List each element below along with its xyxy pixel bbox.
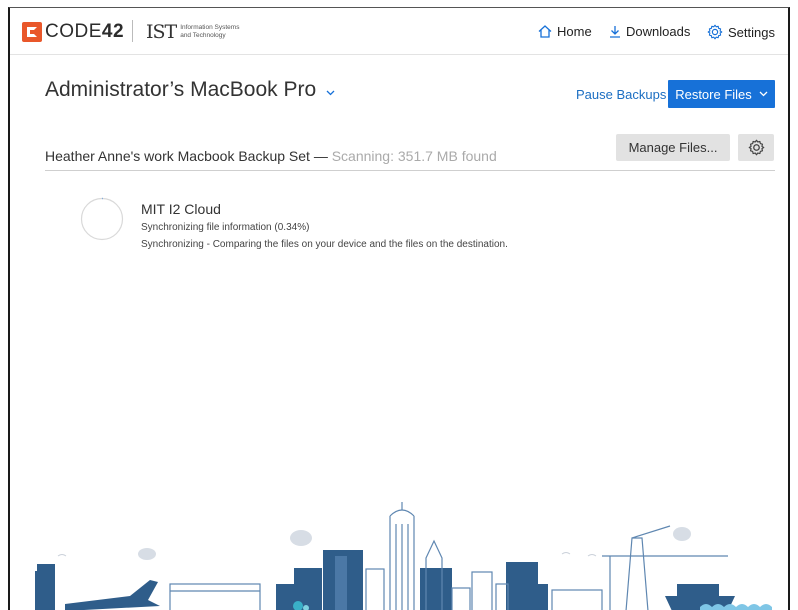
chevron-down-icon (759, 91, 768, 97)
backup-set-title: Heather Anne's work Macbook Backup Set —… (45, 148, 497, 164)
manage-files-button[interactable]: Manage Files... (616, 134, 730, 161)
restore-files-label: Restore Files (675, 86, 752, 102)
device-title: Administrator’s MacBook Pro (45, 78, 317, 101)
top-bar: CODE42 IST Information Systems and Techn… (10, 8, 788, 55)
code42-logo: CODE42 (22, 21, 124, 43)
app-window: CODE42 IST Information Systems and Techn… (8, 7, 790, 610)
pause-backups-link[interactable]: Pause Backups (576, 87, 666, 102)
code42-logo-text: CODE42 (45, 21, 125, 42)
section-divider (45, 170, 775, 171)
restore-files-button[interactable]: Restore Files (668, 80, 775, 108)
ist-logo-mark: IST (146, 21, 177, 43)
destination-name: MIT I2 Cloud (141, 201, 221, 217)
scan-status: Scanning: 351.7 MB found (331, 148, 497, 164)
nav-downloads[interactable]: Downloads (609, 24, 690, 39)
ist-logo-text: Information Systems and Technology (180, 24, 240, 39)
download-icon (610, 26, 620, 38)
city-skyline-illustration (35, 502, 772, 610)
chevron-down-icon (326, 90, 335, 96)
home-icon (538, 25, 552, 38)
backup-set-settings-button[interactable] (738, 134, 774, 161)
sync-status-text: Synchronizing file information (0.34%) (141, 222, 310, 233)
nav-home-label: Home (557, 24, 592, 39)
sync-progress-ring (80, 197, 124, 241)
device-selector[interactable]: Administrator’s MacBook Pro (45, 78, 335, 102)
gear-icon (748, 139, 764, 156)
nav-home[interactable]: Home (538, 24, 592, 39)
code42-logo-icon (22, 22, 42, 42)
nav-settings-label: Settings (728, 24, 775, 40)
logo-separator (132, 20, 133, 42)
backup-set-name: Heather Anne's work Macbook Backup Set — (45, 148, 328, 164)
gear-icon (707, 24, 723, 40)
nav-settings[interactable]: Settings (707, 24, 775, 40)
nav-downloads-label: Downloads (626, 24, 691, 39)
sync-detail-text: Synchronizing - Comparing the files on y… (141, 239, 508, 250)
ist-logo: IST Information Systems and Technology (146, 21, 240, 43)
